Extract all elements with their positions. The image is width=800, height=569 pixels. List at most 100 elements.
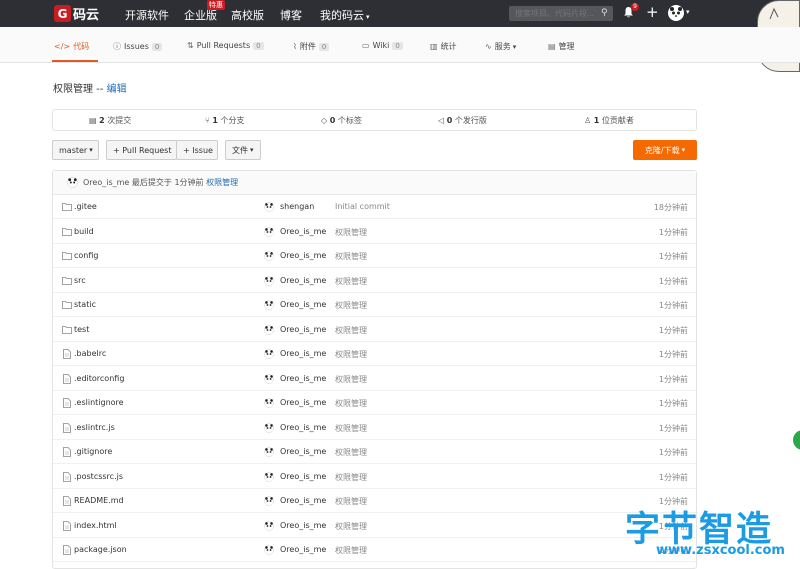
file-name[interactable]: .eslintrc.js bbox=[74, 423, 115, 432]
commit-time: 1分钟前 bbox=[658, 252, 688, 261]
avatar[interactable] bbox=[264, 300, 274, 310]
commit-author[interactable]: Oreo_is_me bbox=[280, 300, 326, 309]
commit-author[interactable]: Oreo_is_me bbox=[280, 325, 326, 334]
commit-message[interactable]: 权限管理 bbox=[335, 496, 367, 507]
commit-author[interactable]: Oreo_is_me bbox=[280, 276, 326, 285]
commit-author[interactable]: Oreo_is_me bbox=[280, 472, 326, 481]
avatar[interactable] bbox=[264, 275, 274, 286]
tab-issues[interactable]: ⓘ Issues 0 bbox=[113, 41, 163, 52]
file-name[interactable]: .postcssrc.js bbox=[74, 472, 123, 481]
clone-download-button[interactable]: 克隆/下载 ▾ bbox=[633, 140, 697, 160]
commit-author[interactable]: Oreo_is_me bbox=[280, 349, 326, 358]
file-name[interactable]: src bbox=[74, 276, 86, 285]
nav-open-source[interactable]: 开源软件 bbox=[125, 7, 169, 23]
commit-message[interactable]: 权限管理 bbox=[335, 545, 367, 556]
new-issue-button[interactable]: + Issue bbox=[176, 140, 218, 160]
commit-author[interactable]: shengan bbox=[280, 202, 314, 211]
nav-education[interactable]: 高校版 bbox=[231, 7, 264, 23]
commit-message[interactable]: 权限管理 bbox=[335, 325, 367, 336]
folder-icon bbox=[62, 300, 72, 310]
side-widget[interactable] bbox=[793, 430, 800, 450]
logo[interactable]: G 码云 bbox=[54, 4, 99, 23]
avatar[interactable] bbox=[264, 545, 274, 555]
file-name[interactable]: config bbox=[74, 251, 98, 260]
avatar[interactable] bbox=[264, 496, 274, 506]
avatar[interactable] bbox=[264, 398, 274, 408]
commit-author[interactable]: Oreo_is_me bbox=[280, 521, 326, 530]
avatar[interactable] bbox=[67, 177, 78, 188]
file-name[interactable]: test bbox=[74, 325, 89, 334]
file-name[interactable]: README.md bbox=[74, 496, 124, 505]
file-name[interactable]: .eslintignore bbox=[74, 398, 124, 407]
plus-icon[interactable]: + bbox=[646, 3, 659, 21]
tab-pull-requests[interactable]: ⇅ Pull Requests 0 bbox=[187, 41, 264, 50]
tab-attachments[interactable]: ⌇ 附件 0 bbox=[293, 41, 330, 52]
tab-wiki[interactable]: ▭ Wiki 0 bbox=[362, 41, 403, 50]
stat-releases[interactable]: ◁ 0 个发行版 bbox=[438, 115, 487, 126]
table-row: .babelrc Oreo_is_me 权限管理 1分钟前 bbox=[53, 342, 696, 366]
user-avatar[interactable] bbox=[668, 5, 684, 21]
avatar[interactable] bbox=[264, 520, 274, 531]
folder-icon bbox=[62, 276, 72, 286]
commit-author[interactable]: Oreo_is_me bbox=[280, 447, 326, 456]
commit-author[interactable]: Oreo_is_me bbox=[280, 423, 326, 432]
commit-message[interactable]: 权限管理 bbox=[335, 349, 367, 360]
commit-author[interactable]: Oreo_is_me bbox=[280, 251, 326, 260]
stat-tags[interactable]: ◇ 0 个标签 bbox=[321, 115, 362, 126]
file-name[interactable]: .gitee bbox=[74, 202, 97, 211]
stat-contributors[interactable]: ♙ 1 位贡献者 bbox=[584, 115, 634, 126]
file-name[interactable]: build bbox=[74, 227, 94, 236]
avatar[interactable] bbox=[264, 471, 274, 482]
avatar[interactable] bbox=[264, 447, 274, 457]
tab-code[interactable]: </> 代码 bbox=[54, 41, 89, 52]
commit-author[interactable]: Oreo_is_me bbox=[280, 398, 326, 407]
file-name[interactable]: .gitignore bbox=[74, 447, 112, 456]
commit-message[interactable]: 权限管理 bbox=[335, 521, 367, 532]
commit-message[interactable]: 权限管理 bbox=[335, 447, 367, 458]
commit-message[interactable]: 权限管理 bbox=[335, 227, 367, 238]
files-dropdown[interactable]: 文件 ▾ bbox=[225, 140, 261, 160]
nav-blog[interactable]: 博客 bbox=[280, 7, 302, 23]
new-pull-request-button[interactable]: + Pull Request bbox=[106, 140, 177, 160]
tab-manage[interactable]: ▤ 管理 bbox=[548, 41, 575, 52]
search-icon[interactable]: ⚲ bbox=[601, 8, 608, 18]
file-name[interactable]: package.json bbox=[74, 545, 127, 554]
avatar[interactable] bbox=[264, 349, 274, 359]
commit-message[interactable]: Initial commit bbox=[335, 202, 390, 211]
stat-commits[interactable]: ▤ 2 次提交 bbox=[89, 115, 131, 126]
commit-message[interactable]: 权限管理 bbox=[335, 251, 367, 262]
search-input[interactable] bbox=[509, 6, 613, 21]
stat-branches[interactable]: ⑂ 1 个分支 bbox=[205, 115, 244, 126]
avatar[interactable] bbox=[264, 226, 274, 237]
avatar[interactable] bbox=[264, 373, 274, 384]
commit-author[interactable]: Oreo_is_me bbox=[280, 496, 326, 505]
chevron-down-icon[interactable]: ▾ bbox=[686, 8, 690, 16]
tab-stats[interactable]: ▥ 统计 bbox=[430, 41, 457, 52]
avatar[interactable] bbox=[264, 324, 274, 335]
branch-select[interactable]: master ▾ bbox=[52, 140, 99, 160]
file-name[interactable]: .editorconfig bbox=[74, 374, 124, 383]
top-navbar: G 码云 开源软件 企业版 特惠 高校版 博客 我的码云▾ ⚲ 9 + ▾ bbox=[0, 0, 800, 27]
commit-message[interactable]: 权限管理 bbox=[335, 398, 367, 409]
avatar[interactable] bbox=[264, 422, 274, 433]
commit-message[interactable]: 权限管理 bbox=[335, 423, 367, 434]
commit-author[interactable]: Oreo_is_me bbox=[280, 545, 326, 554]
file-name[interactable]: index.html bbox=[74, 521, 117, 530]
avatar[interactable] bbox=[264, 202, 274, 212]
file-name[interactable]: .babelrc bbox=[74, 349, 106, 358]
commit-message[interactable]: 权限管理 bbox=[335, 472, 367, 483]
file-name[interactable]: static bbox=[74, 300, 96, 309]
branch-select-label: master bbox=[59, 145, 88, 155]
commit-message[interactable]: 权限管理 bbox=[335, 300, 367, 311]
commit-message[interactable]: 权限管理 bbox=[335, 374, 367, 385]
tab-services[interactable]: ∿ 服务 ▾ bbox=[485, 41, 516, 52]
last-commit-author[interactable]: Oreo_is_me bbox=[83, 178, 129, 187]
nav-my-gitee[interactable]: 我的码云 ▾ bbox=[320, 7, 370, 23]
stat-releases-count: 0 bbox=[446, 116, 453, 125]
commit-author[interactable]: Oreo_is_me bbox=[280, 227, 326, 236]
avatar[interactable] bbox=[264, 251, 274, 261]
last-commit-message[interactable]: 权限管理 bbox=[206, 178, 238, 187]
edit-description-link[interactable]: 编辑 bbox=[107, 84, 127, 95]
commit-message[interactable]: 权限管理 bbox=[335, 276, 367, 287]
commit-author[interactable]: Oreo_is_me bbox=[280, 374, 326, 383]
